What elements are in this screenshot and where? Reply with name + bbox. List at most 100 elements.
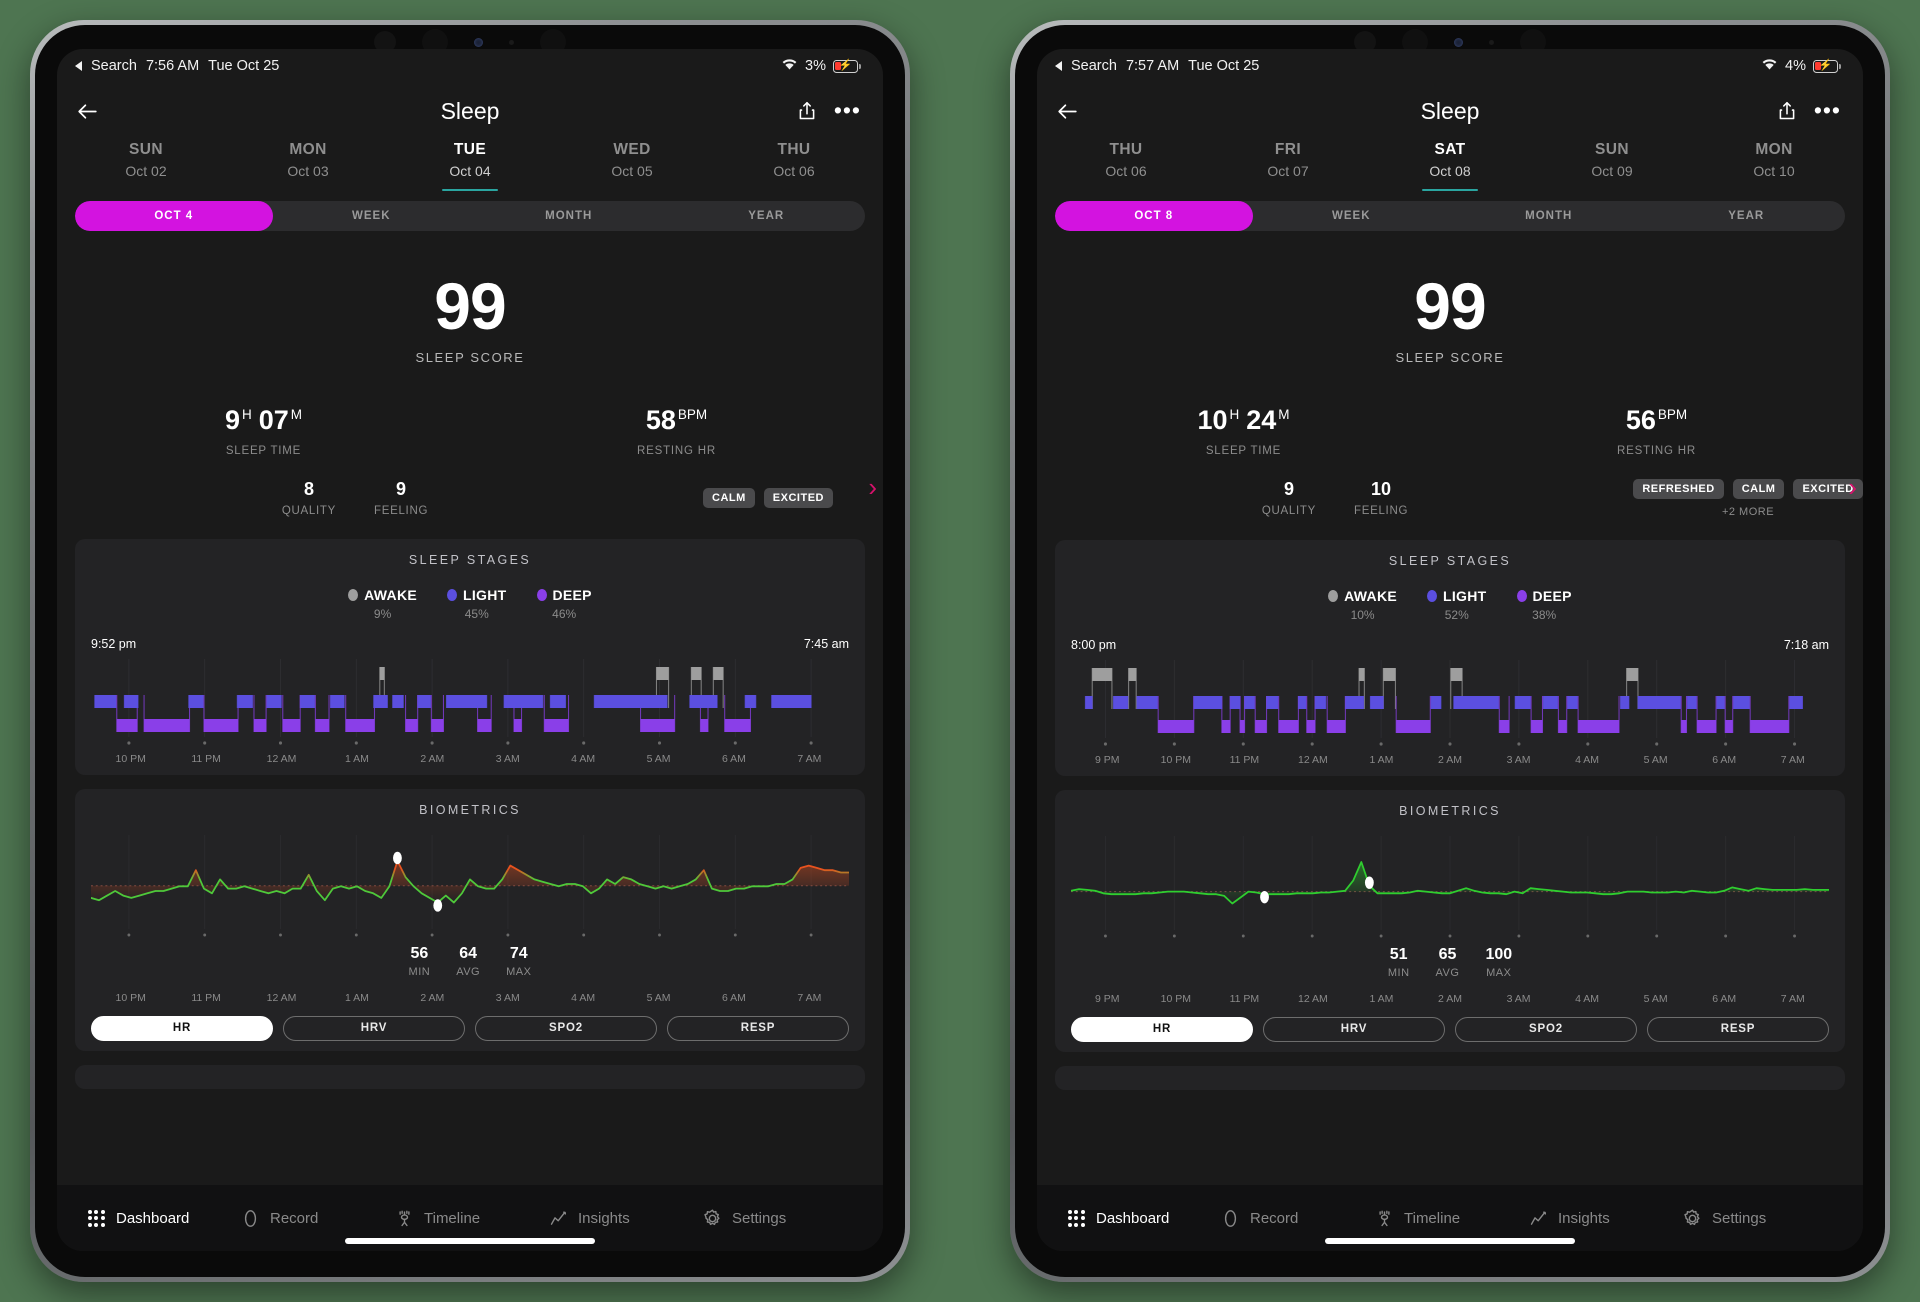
metric-spo2[interactable]: SPO2	[475, 1015, 657, 1041]
date-cell[interactable]: SUN Oct 09	[1531, 141, 1693, 185]
tab-settings[interactable]: Settings	[701, 1207, 855, 1229]
date-number: Oct 05	[611, 163, 653, 179]
sleep-stages-axis: 9 PM 10 PM 11 PM 12 AM 1 AM 2 AM 3 AM 4 AM 5 AM 6…	[1071, 754, 1829, 766]
status-back-label[interactable]: Search	[91, 58, 137, 74]
next-chevron-icon[interactable]: ›	[868, 474, 877, 500]
legend-dot	[1328, 589, 1339, 602]
date-cell[interactable]: THU Oct 06	[713, 141, 875, 185]
segment-week[interactable]: WEEK	[1253, 201, 1451, 231]
tab-label: Dashboard	[116, 1209, 190, 1227]
back-arrow-icon[interactable]	[75, 61, 82, 71]
date-cell[interactable]: MON Oct 10	[1693, 141, 1855, 185]
date-cell[interactable]: THU Oct 06	[1045, 141, 1207, 185]
metric-hrv[interactable]: HRV	[283, 1015, 465, 1041]
stat-number-2: 24	[1246, 404, 1277, 435]
metric-resp[interactable]: RESP	[1647, 1016, 1829, 1042]
date-weekday: SUN	[1595, 141, 1629, 158]
biometric-min: 51 MIN	[1388, 946, 1410, 979]
date-cell-active[interactable]: SAT Oct 08	[1369, 141, 1531, 185]
date-cell[interactable]: MON Oct 03	[227, 141, 389, 185]
back-button[interactable]	[1055, 99, 1080, 124]
share-button[interactable]	[796, 100, 818, 122]
biometrics-card: BIOMETRICS 51 MIN 65 AVG 100 MAX 9 PM 10 PM 11 PM…	[1055, 789, 1845, 1052]
biometric-max: 100 MAX	[1485, 946, 1512, 979]
tab-settings[interactable]: Settings	[1681, 1207, 1835, 1229]
back-arrow-icon[interactable]	[1055, 61, 1062, 71]
gear-icon	[1683, 1208, 1700, 1225]
tab-label: Settings	[1712, 1209, 1767, 1227]
tab-dashboard[interactable]: Dashboard	[85, 1207, 239, 1229]
camera-sensor	[1454, 37, 1463, 47]
metric-hr[interactable]: HR	[91, 1015, 273, 1041]
biometric-value: 74	[509, 944, 528, 962]
mood-tag[interactable]: CALM	[703, 487, 755, 508]
date-cell-active[interactable]: TUE Oct 04	[389, 141, 551, 185]
sleep-start-time: 8:00 pm	[1071, 637, 1117, 652]
tab-record[interactable]: Record	[1219, 1207, 1373, 1229]
stat-number: 56	[1625, 404, 1656, 435]
next-card-peek	[75, 1064, 865, 1089]
date-weekday: SUN	[129, 141, 163, 158]
tab-label: Insights	[1558, 1209, 1610, 1227]
person-icon	[1378, 1210, 1390, 1226]
legend-dot	[447, 588, 457, 601]
sleep-stages-chart	[1071, 659, 1829, 752]
tab-label: Timeline	[424, 1209, 481, 1227]
metric-hrv[interactable]: HRV	[1263, 1016, 1445, 1042]
stat-sleep-time: 9 H 07 M SLEEP TIME	[57, 405, 470, 457]
date-cell[interactable]: SUN Oct 02	[65, 141, 227, 185]
axis-tick: 11 PM	[191, 752, 221, 765]
axis-tick: 1 AM	[344, 991, 369, 1004]
tab-label: Record	[270, 1209, 319, 1227]
date-number: Oct 06	[1105, 163, 1147, 179]
home-indicator[interactable]	[345, 1238, 595, 1244]
date-cell[interactable]: WED Oct 05	[551, 141, 713, 185]
home-indicator[interactable]	[1325, 1238, 1575, 1244]
sleep-end-time: 7:18 am	[1783, 637, 1829, 652]
biometrics-stats: 56 MIN 64 AVG 74 MAX	[91, 945, 849, 978]
page-title: Sleep	[1420, 97, 1480, 124]
axis-tick: 9 PM	[1095, 992, 1120, 1005]
next-chevron-icon[interactable]: ›	[1848, 474, 1857, 500]
screenshot-root: Search 7:56 AM Tue Oct 25 3% ⚡ Sleep ••• SUN Oct…	[0, 0, 1920, 1302]
metric-hr[interactable]: HR	[1071, 1016, 1253, 1042]
segment-oct-8[interactable]: OCT 8	[1055, 201, 1253, 231]
grid-dots-icon	[1067, 1209, 1085, 1227]
segment-year[interactable]: YEAR	[668, 201, 866, 231]
segment-year[interactable]: YEAR	[1648, 201, 1846, 231]
tab-record[interactable]: Record	[239, 1207, 393, 1229]
date-cell[interactable]: FRI Oct 07	[1207, 141, 1369, 185]
status-back-label[interactable]: Search	[1071, 58, 1117, 74]
tab-insights[interactable]: Insights	[547, 1207, 701, 1229]
segment-oct-4[interactable]: OCT 4	[75, 201, 273, 231]
axis-tick: 6 AM	[721, 991, 746, 1004]
metric-spo2[interactable]: SPO2	[1455, 1016, 1637, 1042]
more-button[interactable]: •••	[1814, 99, 1841, 122]
sleep-time-range: 9:52 pm 7:45 am	[91, 637, 849, 651]
status-time: 7:57 AM	[1125, 58, 1180, 74]
share-button[interactable]	[1776, 100, 1798, 122]
stat-caption: RESTING HR	[637, 444, 716, 457]
tab-insights[interactable]: Insights	[1527, 1207, 1681, 1229]
segment-month[interactable]: MONTH	[1450, 201, 1648, 231]
segment-month[interactable]: MONTH	[470, 201, 668, 231]
sleep-score-label: SLEEP SCORE	[1395, 349, 1505, 365]
mood-tag[interactable]: CALM	[1732, 478, 1785, 499]
ratings-row: 9 QUALITY 10 FEELING REFRESHED CALM EXCITED +2 …	[1037, 457, 1863, 518]
sleep-score-value: 99	[1414, 269, 1486, 343]
mood-tag[interactable]: REFRESHED	[1633, 478, 1724, 499]
back-button[interactable]	[75, 99, 100, 124]
legend-item-deep: DEEP 38%	[1516, 588, 1572, 622]
metric-resp[interactable]: RESP	[667, 1015, 849, 1041]
legend-name: AWAKE	[364, 586, 417, 603]
status-bar: Search 7:57 AM Tue Oct 25 4% ⚡	[1037, 49, 1863, 83]
segment-week[interactable]: WEEK	[273, 201, 471, 231]
mood-tag[interactable]: EXCITED	[763, 487, 833, 508]
mood-tags-more[interactable]: +2 MORE	[1722, 506, 1774, 518]
axis-tick: 3 AM	[1506, 753, 1531, 766]
range-segmented-control: OCT 4 WEEK MONTH YEAR	[75, 201, 865, 231]
tab-timeline[interactable]: Timeline	[1373, 1207, 1527, 1229]
tab-timeline[interactable]: Timeline	[393, 1207, 547, 1229]
more-button[interactable]: •••	[834, 99, 861, 122]
tab-dashboard[interactable]: Dashboard	[1065, 1207, 1219, 1229]
